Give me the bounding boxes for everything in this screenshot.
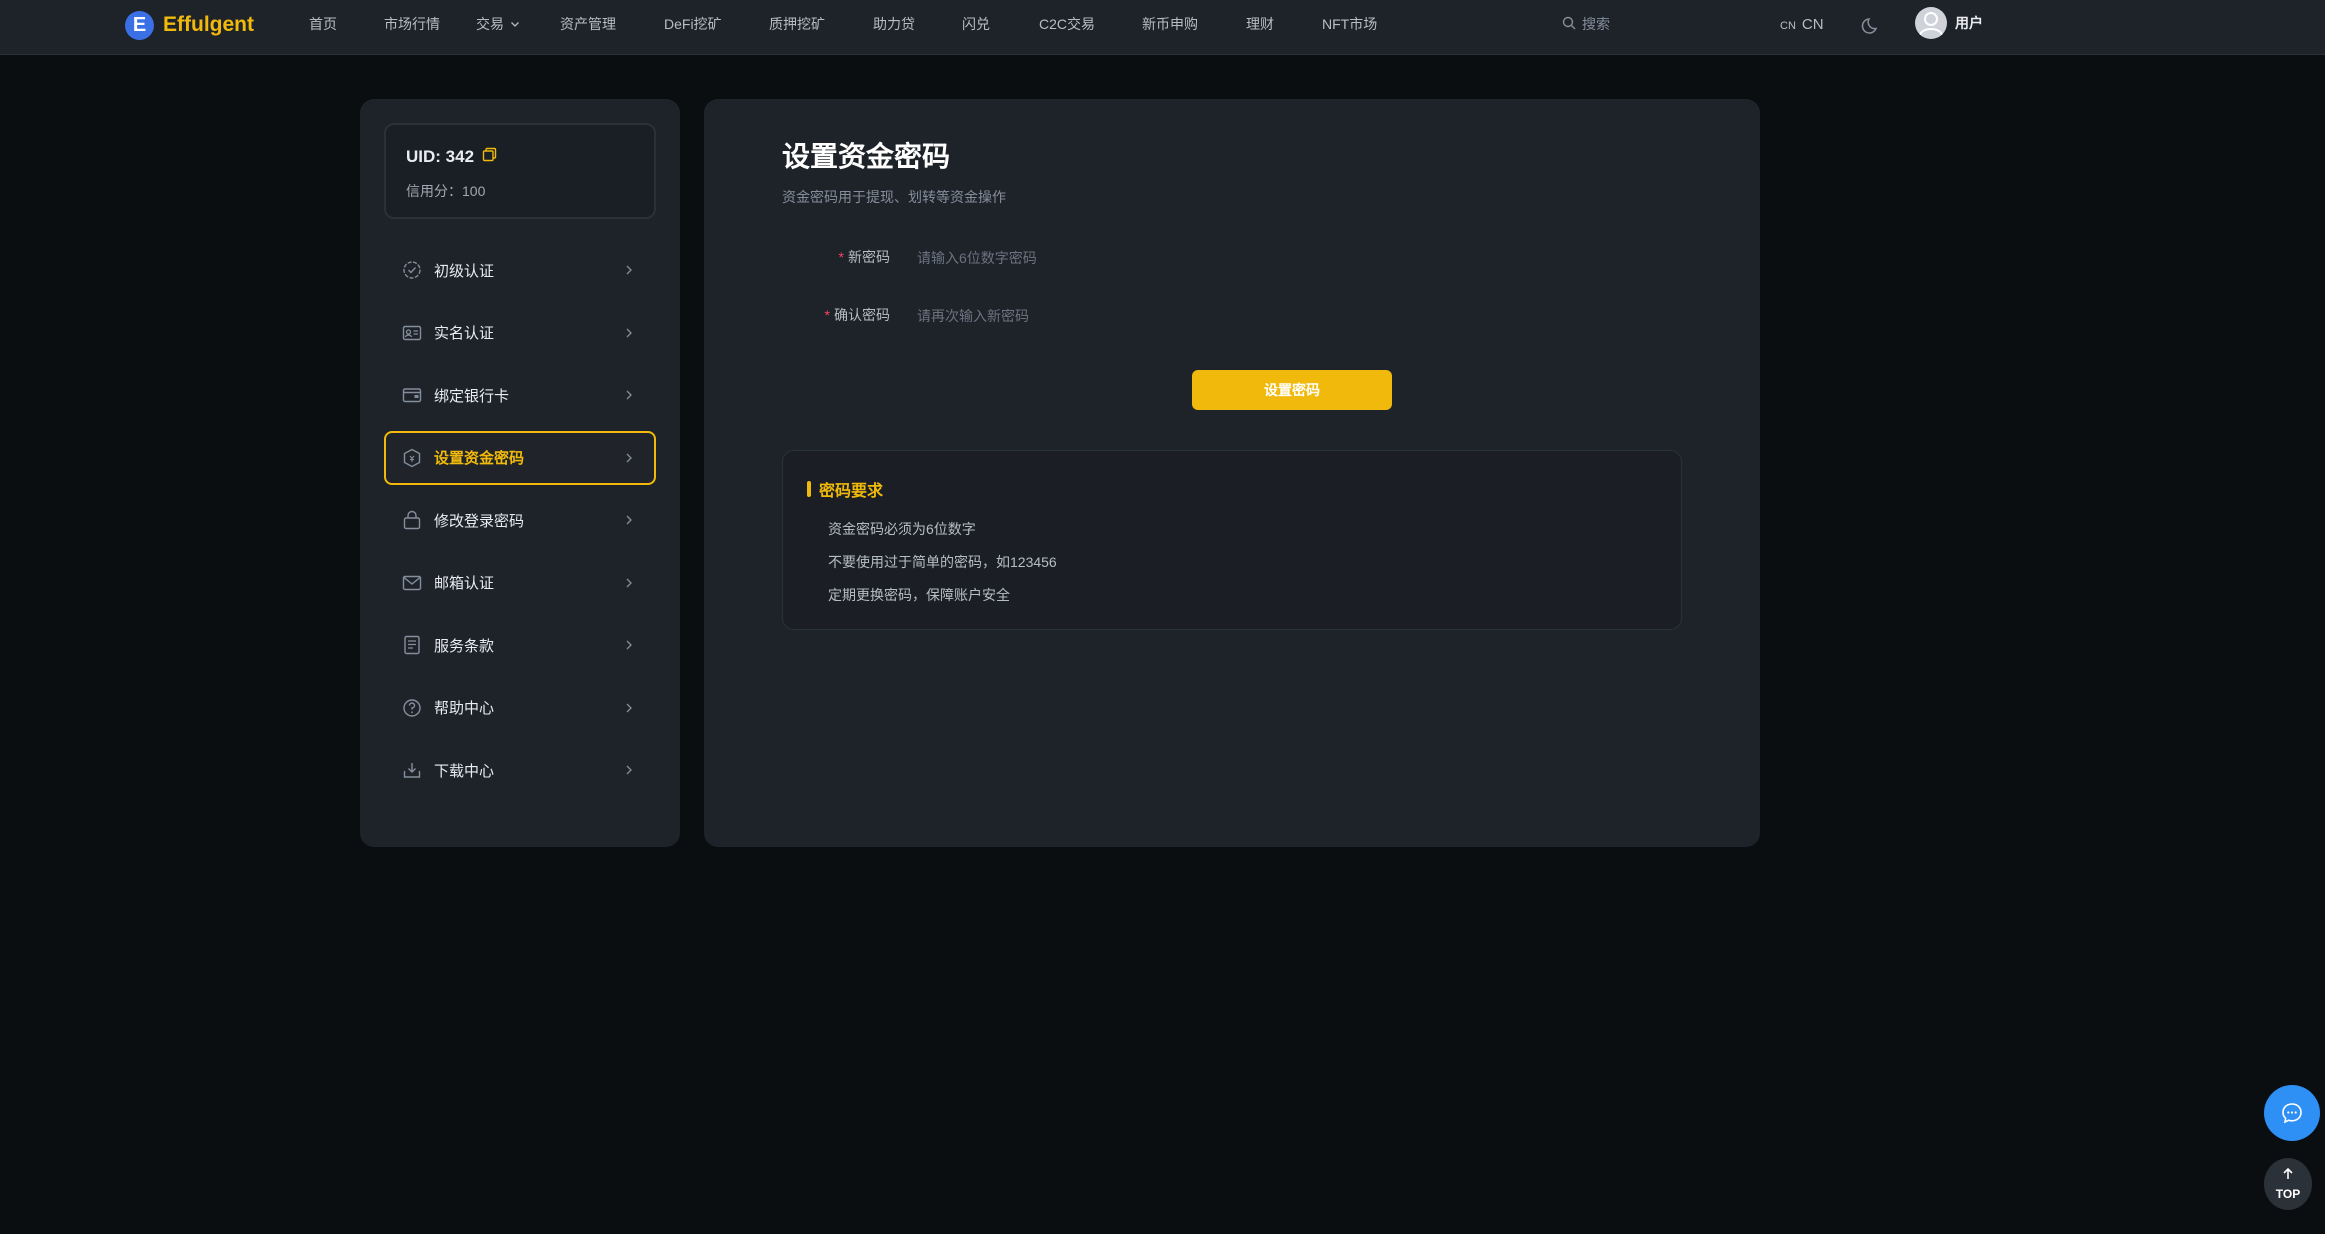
account-sidebar: UID: 342 信用分：100 初级认证 实名认证 绑定银行卡 设置资金密码 (360, 99, 680, 847)
badge-check-icon (402, 260, 422, 280)
sidebar-item-terms[interactable]: 服务条款 (384, 618, 656, 672)
sidebar-item-label: 初级认证 (434, 262, 495, 280)
sidebar-item-label: 服务条款 (434, 637, 495, 655)
requirement-item: 不要使用过于简单的密码，如123456 (828, 554, 1057, 570)
page-subtitle: 资金密码用于提现、划转等资金操作 (782, 189, 1006, 205)
search-icon (1562, 16, 1576, 33)
requirement-item: 资金密码必须为6位数字 (828, 521, 976, 537)
sidebar-item-bank-card[interactable]: 绑定银行卡 (384, 368, 656, 422)
sidebar-item-label: 帮助中心 (434, 700, 495, 717)
nav-item-home[interactable]: 首页 (309, 14, 337, 34)
user-icon (1919, 12, 1943, 36)
chevron-right-icon (622, 326, 636, 340)
confirm-password-label: * 确认密码 (770, 305, 890, 325)
brand-name: Effulgent (163, 13, 254, 36)
sidebar-item-email[interactable]: 邮箱认证 (384, 556, 656, 610)
mail-icon (402, 573, 422, 593)
page-title: 设置资金密码 (782, 141, 951, 172)
requirements-title: 密码要求 (807, 477, 883, 501)
sidebar-item-label: 下载中心 (434, 762, 495, 780)
chat-button[interactable] (2264, 1085, 2320, 1141)
fund-password-panel: 设置资金密码 资金密码用于提现、划转等资金操作 * 新密码 * 确认密码 设置密码 … (704, 99, 1760, 847)
new-password-input[interactable] (917, 244, 1317, 272)
password-requirements: 密码要求 资金密码必须为6位数字 不要使用过于简单的密码，如123456 定期更… (782, 450, 1682, 630)
chevron-right-icon (622, 638, 636, 652)
chevron-right-icon (622, 388, 636, 402)
sidebar-item-label: 修改登录密码 (434, 512, 525, 530)
nav-item-nft[interactable]: NFT市场 (1322, 14, 1377, 34)
chevron-down-icon (510, 14, 520, 34)
new-password-label-text: 新密码 (848, 249, 890, 265)
arrow-up-icon (2281, 1167, 2295, 1186)
sidebar-item-login-password[interactable]: 修改登录密码 (384, 493, 656, 547)
accent-bar (807, 481, 811, 497)
sidebar-item-realname[interactable]: 实名认证 (384, 306, 656, 360)
nav-item-finance[interactable]: 理财 (1246, 14, 1274, 34)
nav-item-loan[interactable]: 助力贷 (873, 14, 915, 34)
document-icon (402, 635, 422, 655)
sidebar-menu: 初级认证 实名认证 绑定银行卡 设置资金密码 修改登录密码 邮箱认证 服务条款 … (384, 243, 656, 806)
uid-label: UID: 342 (406, 147, 475, 166)
brand-logo[interactable]: E Effulgent (125, 10, 254, 40)
confirm-password-label-text: 确认密码 (834, 307, 890, 323)
chevron-right-icon (622, 763, 636, 777)
download-icon (402, 760, 422, 780)
language-code: CN (1801, 15, 1824, 33)
chevron-right-icon (622, 701, 636, 715)
user-name: 用户 (1955, 15, 1983, 31)
search-box[interactable]: 搜索 (1562, 13, 1610, 35)
sidebar-item-label: 绑定银行卡 (434, 387, 510, 405)
requirement-item: 定期更换密码，保障账户安全 (828, 587, 1010, 603)
sidebar-item-help[interactable]: 帮助中心 (384, 681, 656, 735)
chevron-right-icon (622, 576, 636, 590)
uid-card: UID: 342 信用分：100 (384, 123, 656, 219)
logo-mark: E (125, 10, 154, 40)
nav-item-staking[interactable]: 质押挖矿 (769, 14, 825, 34)
nav-item-defi[interactable]: DeFi挖矿 (664, 14, 722, 34)
search-placeholder: 搜索 (1582, 16, 1610, 32)
sidebar-item-download[interactable]: 下载中心 (384, 743, 656, 797)
nav-item-trade-label: 交易 (476, 16, 504, 32)
top-label: TOP (2275, 1187, 2301, 1201)
id-card-icon (402, 323, 422, 343)
nav-item-ipo[interactable]: 新币申购 (1142, 14, 1198, 34)
nav-item-assets[interactable]: 资产管理 (560, 14, 616, 34)
sidebar-item-fund-password[interactable]: 设置资金密码 (384, 430, 656, 485)
lock-icon (402, 510, 422, 530)
sidebar-item-label: 实名认证 (434, 325, 495, 342)
requirements-title-text: 密码要求 (819, 483, 884, 500)
chevron-right-icon (622, 451, 636, 465)
nav-item-swap[interactable]: 闪兑 (962, 14, 990, 34)
sidebar-item-basic-verify[interactable]: 初级认证 (384, 243, 656, 297)
back-to-top-button[interactable]: TOP (2264, 1158, 2312, 1210)
shield-icon (402, 448, 422, 468)
required-mark: * (824, 307, 830, 323)
new-password-label: * 新密码 (770, 247, 890, 267)
sidebar-item-label: 邮箱认证 (434, 575, 495, 592)
language-flag: CN (1780, 19, 1796, 32)
chevron-right-icon (622, 513, 636, 527)
top-navigation: E Effulgent 首页 市场行情 交易 资产管理 DeFi挖矿 质押挖矿 … (0, 0, 2325, 55)
chat-icon (2282, 1103, 2302, 1124)
chevron-right-icon (622, 263, 636, 277)
required-mark: * (838, 249, 844, 265)
language-selector[interactable]: CN CN (1780, 13, 1824, 35)
set-password-button[interactable]: 设置密码 (1192, 370, 1392, 410)
user-menu[interactable]: 用户 (1915, 7, 1983, 39)
credit-score: 信用分：100 (406, 183, 486, 199)
nav-item-c2c[interactable]: C2C交易 (1039, 14, 1095, 34)
avatar (1915, 7, 1947, 39)
sidebar-item-label: 设置资金密码 (434, 450, 525, 467)
wallet-icon (402, 385, 422, 405)
moon-icon[interactable] (1860, 13, 1882, 35)
nav-item-trade[interactable]: 交易 (476, 14, 520, 34)
confirm-password-input[interactable] (917, 302, 1317, 330)
copy-icon[interactable] (482, 147, 497, 167)
help-icon (402, 698, 422, 718)
nav-item-market[interactable]: 市场行情 (384, 14, 440, 34)
